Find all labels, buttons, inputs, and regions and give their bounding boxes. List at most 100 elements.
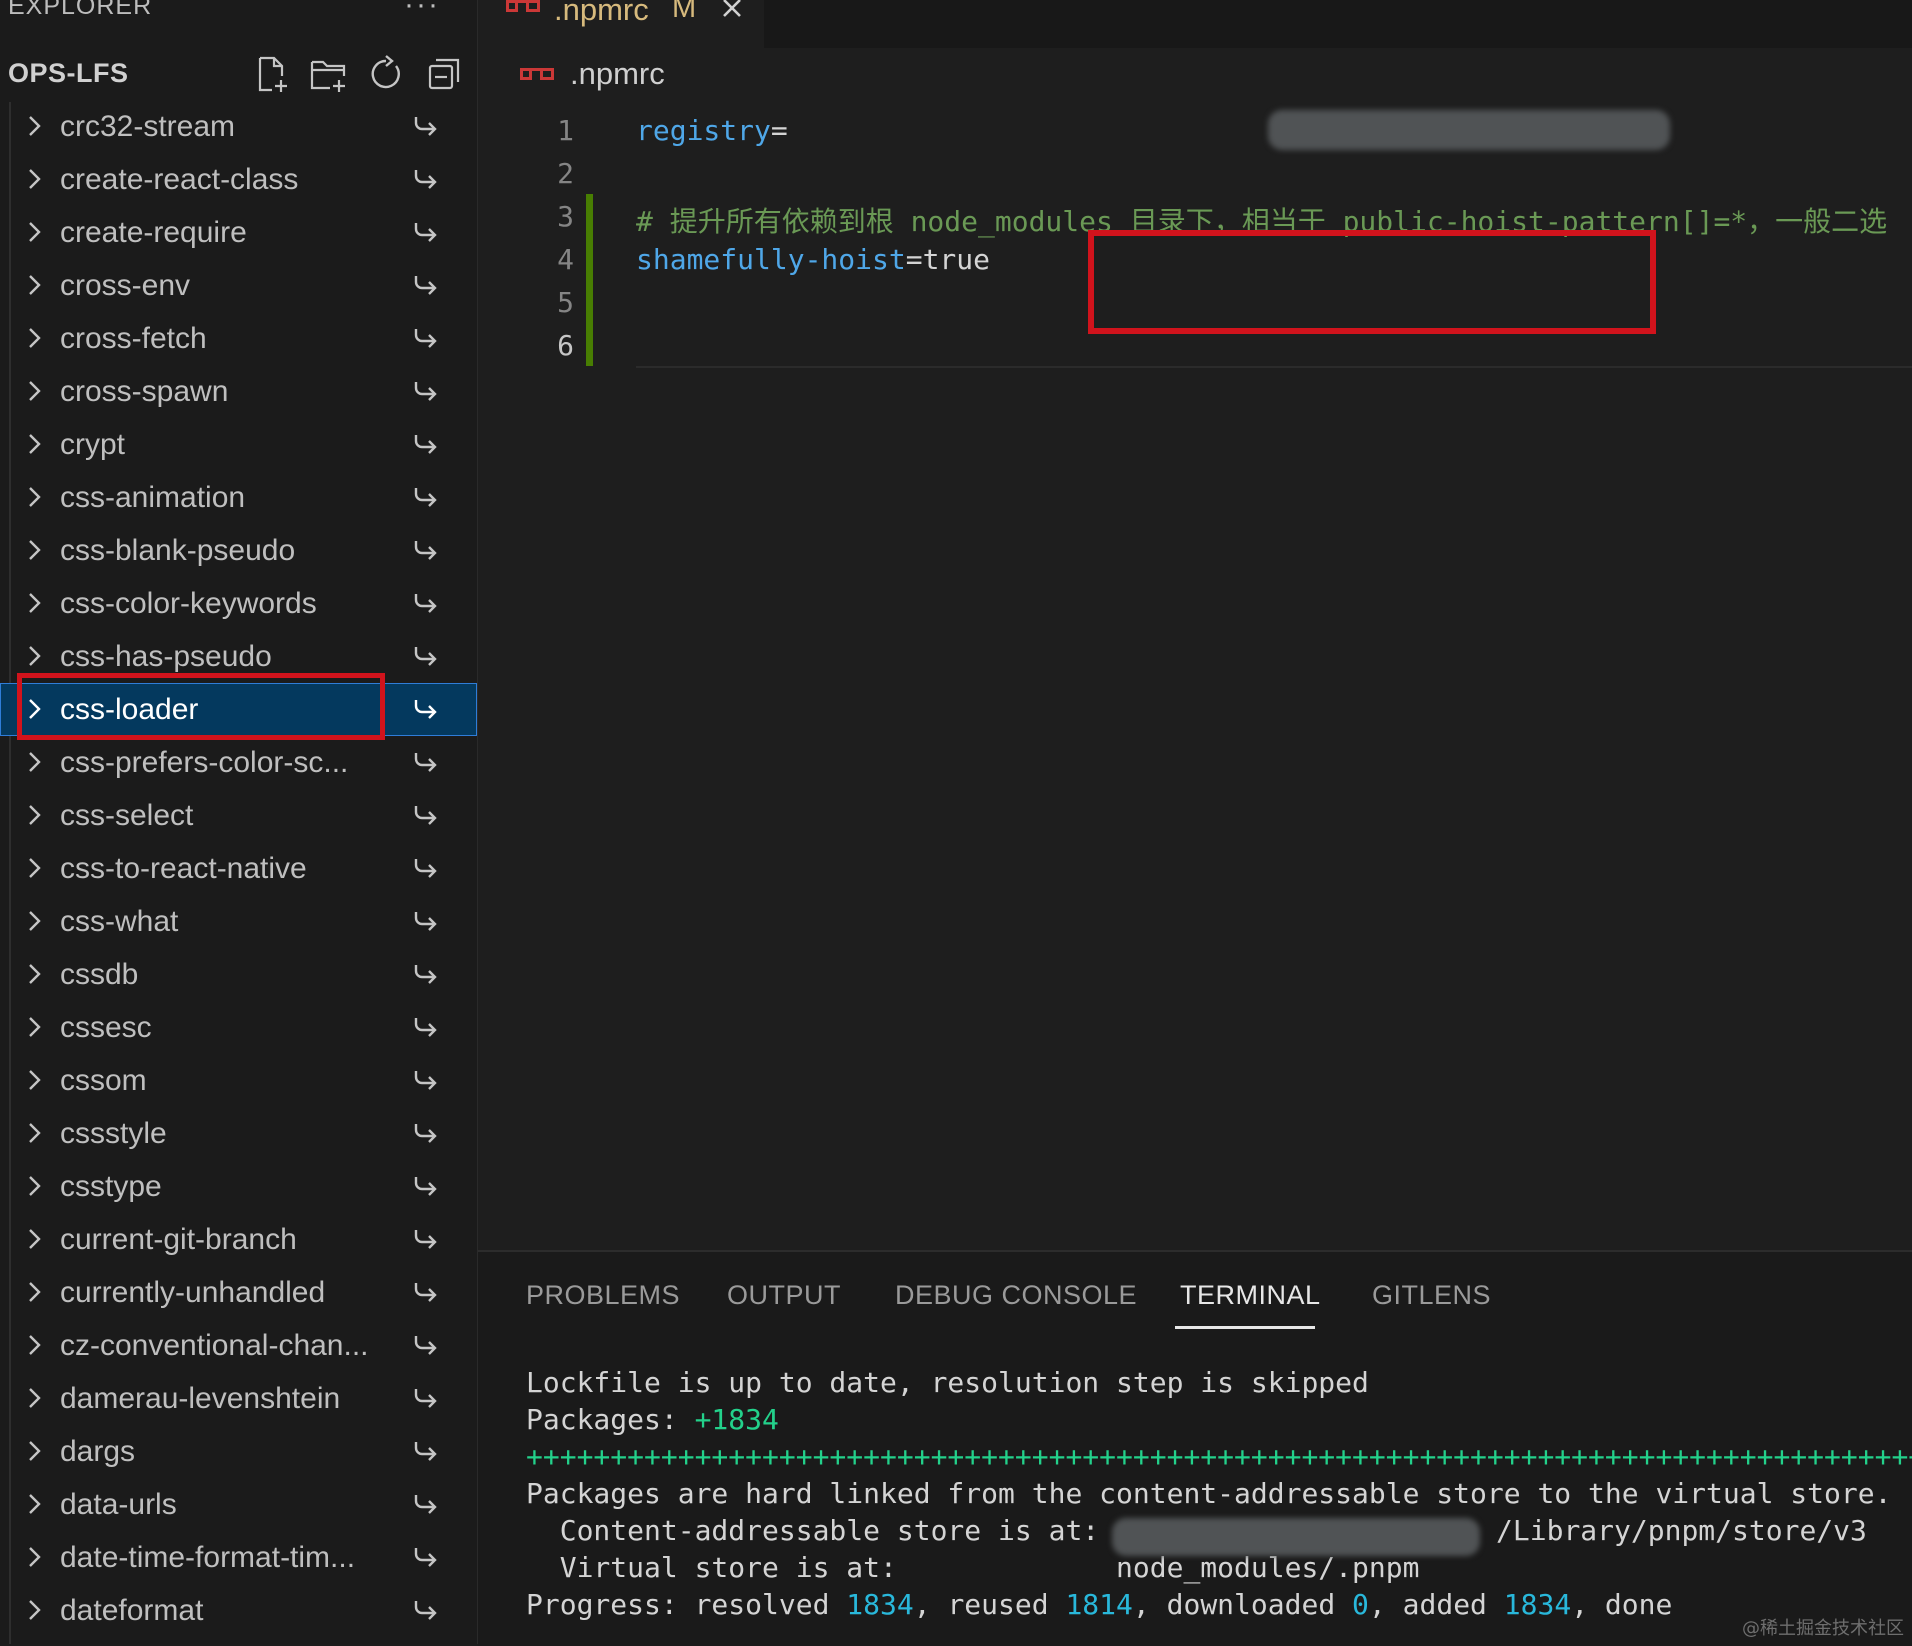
chevron-right-icon xyxy=(22,960,48,988)
chevron-right-icon xyxy=(22,1172,48,1200)
tab-terminal[interactable]: TERMINAL xyxy=(1180,1280,1321,1311)
symlink-icon xyxy=(412,908,440,934)
terminal-line: Lockfile is up to date, resolution step … xyxy=(526,1366,1369,1399)
tree-item-label: dargs xyxy=(60,1435,136,1468)
code-operator: = xyxy=(770,114,788,147)
symlink-icon xyxy=(412,537,440,563)
chevron-right-icon xyxy=(22,324,48,352)
current-line-highlight xyxy=(636,366,1912,368)
line-number: 2 xyxy=(557,157,574,190)
collapse-all-icon[interactable] xyxy=(424,54,464,94)
chevron-right-icon xyxy=(22,748,48,776)
code-line-1: registry= xyxy=(636,114,788,147)
symlink-icon xyxy=(412,1385,440,1411)
tab-gitlens[interactable]: GITLENS xyxy=(1372,1280,1491,1311)
tree-item-label: css-color-keywords xyxy=(60,587,317,620)
tree-item[interactable]: cssstyle xyxy=(0,1107,477,1160)
terminal-number: 1834 xyxy=(846,1588,914,1621)
tree-item[interactable]: css-select xyxy=(0,789,477,842)
explorer-header: EXPLORER ··· xyxy=(0,0,477,26)
terminal-number: 0 xyxy=(1352,1588,1369,1621)
tree-item[interactable]: crypt xyxy=(0,418,477,471)
tree-item-label: css-animation xyxy=(60,481,246,514)
symlink-icon xyxy=(412,1332,440,1358)
tree-item-label: damerau-levenshtein xyxy=(60,1382,341,1415)
symlink-icon xyxy=(412,166,440,192)
tree-item-label: cssesc xyxy=(60,1011,152,1044)
chevron-right-icon xyxy=(22,1437,48,1465)
tab-npmrc[interactable]: .npmrc M xyxy=(478,0,764,48)
refresh-icon[interactable] xyxy=(366,54,406,94)
tree-item[interactable]: cross-spawn xyxy=(0,365,477,418)
symlink-icon xyxy=(412,1491,440,1517)
chevron-right-icon xyxy=(22,1490,48,1518)
tree-item[interactable]: currently-unhandled xyxy=(0,1266,477,1319)
tree-item[interactable]: cssdb xyxy=(0,948,477,1001)
terminal-text: , added xyxy=(1368,1588,1504,1621)
project-header[interactable]: OPS-LFS xyxy=(0,48,477,102)
chevron-right-icon xyxy=(22,165,48,193)
tree-item[interactable]: current-git-branch xyxy=(0,1213,477,1266)
close-icon[interactable] xyxy=(718,0,746,22)
tree-item[interactable]: damerau-levenshtein xyxy=(0,1372,477,1425)
tree-item[interactable]: cssesc xyxy=(0,1001,477,1054)
watermark: @稀土掘金技术社区 xyxy=(1742,1618,1904,1639)
explorer-more-button[interactable]: ··· xyxy=(404,0,440,22)
chevron-right-icon xyxy=(22,1225,48,1253)
symlink-icon xyxy=(412,961,440,987)
symlink-icon xyxy=(412,749,440,775)
terminal-number: 1834 xyxy=(1503,1588,1572,1621)
bottom-panel: PROBLEMS OUTPUT DEBUG CONSOLE TERMINAL G… xyxy=(478,1250,1912,1646)
annotation-highlight-box xyxy=(1088,230,1656,334)
symlink-icon xyxy=(412,113,440,139)
chevron-right-icon xyxy=(22,642,48,670)
tree-item[interactable]: dateformat xyxy=(0,1584,477,1637)
tree-item[interactable]: css-what xyxy=(0,895,477,948)
tree-item[interactable]: create-react-class xyxy=(0,153,477,206)
breadcrumb-file[interactable]: .npmrc xyxy=(570,56,665,92)
tree-item-label: crc32-stream xyxy=(60,110,236,143)
chevron-right-icon xyxy=(22,589,48,617)
tree-item[interactable]: cz-conventional-chan... xyxy=(0,1319,477,1372)
redacted-region xyxy=(1112,1518,1480,1556)
symlink-icon xyxy=(412,484,440,510)
symlink-icon xyxy=(412,643,440,669)
tree-item-label: css-what xyxy=(60,905,179,938)
tab-output[interactable]: OUTPUT xyxy=(727,1280,841,1311)
tree-item[interactable]: data-urls xyxy=(0,1478,477,1531)
tree-item[interactable]: cssom xyxy=(0,1054,477,1107)
tree-item[interactable]: csstype xyxy=(0,1160,477,1213)
tree-item[interactable]: css-to-react-native xyxy=(0,842,477,895)
new-file-icon[interactable] xyxy=(252,54,292,94)
tree-item[interactable]: css-color-keywords xyxy=(0,577,477,630)
redacted-region xyxy=(1268,110,1670,150)
symlink-icon xyxy=(412,1120,440,1146)
chevron-right-icon xyxy=(22,377,48,405)
tab-problems[interactable]: PROBLEMS xyxy=(526,1280,680,1311)
tree-item[interactable]: css-prefers-color-sc... xyxy=(0,736,477,789)
tree-item[interactable]: dargs xyxy=(0,1425,477,1478)
code-key: shamefully-hoist xyxy=(636,243,906,276)
tree-item-label: cross-env xyxy=(60,269,191,302)
new-folder-icon[interactable] xyxy=(308,54,348,94)
chevron-right-icon xyxy=(22,1596,48,1624)
tree-item[interactable]: cross-fetch xyxy=(0,312,477,365)
tree-item[interactable]: crc32-stream xyxy=(0,100,477,153)
chevron-right-icon xyxy=(22,271,48,299)
chevron-right-icon xyxy=(22,536,48,564)
tree-item[interactable]: create-require xyxy=(0,206,477,259)
tree-item-label: cssdb xyxy=(60,958,139,991)
line-number: 4 xyxy=(557,243,574,276)
tree-item[interactable]: css-blank-pseudo xyxy=(0,524,477,577)
tree-item[interactable]: cross-env xyxy=(0,259,477,312)
editor-area: .npmrc M .npmrc 1 2 3 4 5 6 registry= # … xyxy=(478,0,1912,1250)
tab-debug-console[interactable]: DEBUG CONSOLE xyxy=(895,1280,1137,1311)
tree-item[interactable]: date-time-format-tim... xyxy=(0,1531,477,1584)
symlink-icon xyxy=(412,802,440,828)
tab-modified-badge: M xyxy=(672,0,697,24)
code-operator: = xyxy=(905,243,923,276)
tree-item[interactable]: css-animation xyxy=(0,471,477,524)
chevron-right-icon xyxy=(22,483,48,511)
symlink-icon xyxy=(412,272,440,298)
tree-item-label: current-git-branch xyxy=(60,1223,297,1256)
